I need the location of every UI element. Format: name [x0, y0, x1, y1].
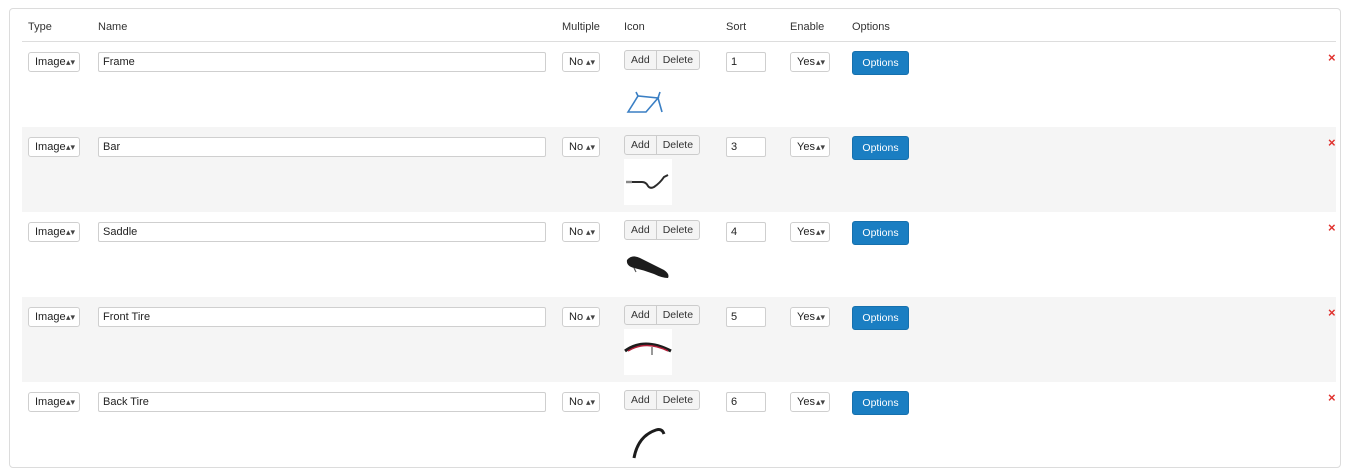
name-input[interactable]: [98, 307, 546, 327]
delete-icon-button[interactable]: Delete: [655, 390, 701, 410]
updown-icon: ▴▾: [585, 227, 595, 237]
attributes-panel: Type Name Multiple Icon Sort Enable Opti…: [9, 8, 1341, 468]
table-row: Image▴▾ No▴▾ AddDelete Yes▴▾ Options ×: [22, 212, 1336, 297]
updown-icon: ▴▾: [585, 397, 595, 407]
delete-icon-button[interactable]: Delete: [655, 50, 701, 70]
col-type: Type: [28, 21, 52, 33]
col-icon: Icon: [624, 21, 645, 33]
saddle-icon: [624, 244, 672, 290]
table-row: Image▴▾ No▴▾ AddDelete Yes▴▾ Options ×: [22, 42, 1336, 127]
table-header: Type Name Multiple Icon Sort Enable Opti…: [22, 9, 1336, 42]
enable-select[interactable]: Yes ▴▾: [790, 307, 830, 327]
updown-icon: ▴▾: [65, 227, 75, 237]
add-icon-button[interactable]: Add: [624, 220, 657, 240]
updown-icon: ▴▾: [815, 312, 825, 322]
type-select[interactable]: Image ▴▾: [28, 307, 80, 327]
sort-input[interactable]: [726, 222, 766, 242]
options-button[interactable]: Options: [852, 51, 909, 75]
add-icon-button[interactable]: Add: [624, 50, 657, 70]
remove-row-icon[interactable]: ×: [1328, 305, 1336, 320]
sort-input[interactable]: [726, 307, 766, 327]
type-select[interactable]: Image ▴▾: [28, 222, 80, 242]
multiple-select[interactable]: No ▴▾: [562, 307, 600, 327]
options-button[interactable]: Options: [852, 221, 909, 245]
enable-select[interactable]: Yes ▴▾: [790, 392, 830, 412]
icon-button-group: Add Delete: [624, 50, 701, 72]
options-button[interactable]: Options: [852, 391, 909, 415]
sort-input[interactable]: [726, 137, 766, 157]
name-input[interactable]: [98, 222, 546, 242]
enable-select[interactable]: Yes ▴▾: [790, 222, 830, 242]
col-multiple: Multiple: [562, 21, 600, 33]
table-row: Image▴▾ No▴▾ AddDelete Yes▴▾ Options ×: [22, 382, 1336, 467]
add-icon-button[interactable]: Add: [624, 390, 657, 410]
icon-button-group: Add Delete: [624, 220, 701, 242]
options-button[interactable]: Options: [852, 136, 909, 160]
remove-row-icon[interactable]: ×: [1328, 390, 1336, 405]
add-icon-button[interactable]: Add: [624, 135, 657, 155]
enable-select[interactable]: Yes ▴▾: [790, 137, 830, 157]
back-tire-icon: [624, 414, 672, 460]
col-enable: Enable: [790, 21, 825, 33]
updown-icon: ▴▾: [815, 142, 825, 152]
type-select[interactable]: Image ▴▾: [28, 52, 80, 72]
front-tire-icon: [624, 329, 672, 375]
delete-icon-button[interactable]: Delete: [655, 135, 701, 155]
updown-icon: ▴▾: [65, 312, 75, 322]
name-input[interactable]: [98, 52, 546, 72]
add-icon-button[interactable]: Add: [624, 305, 657, 325]
bike-frame-icon: [624, 74, 672, 120]
delete-icon-button[interactable]: Delete: [655, 305, 701, 325]
multiple-select[interactable]: No ▴▾: [562, 137, 600, 157]
handlebar-icon: [624, 159, 672, 205]
updown-icon: ▴▾: [815, 397, 825, 407]
multiple-select[interactable]: No ▴▾: [562, 52, 600, 72]
remove-row-icon[interactable]: ×: [1328, 50, 1336, 65]
updown-icon: ▴▾: [65, 142, 75, 152]
col-name: Name: [98, 21, 128, 33]
icon-button-group: Add Delete: [624, 390, 701, 412]
type-select[interactable]: Image ▴▾: [28, 392, 80, 412]
remove-row-icon[interactable]: ×: [1328, 220, 1336, 235]
remove-row-icon[interactable]: ×: [1328, 135, 1336, 150]
table-row: Image▴▾ No▴▾ AddDelete Yes▴▾ Options ×: [22, 297, 1336, 382]
icon-button-group: Add Delete: [624, 135, 701, 157]
sort-input[interactable]: [726, 392, 766, 412]
sort-input[interactable]: [726, 52, 766, 72]
updown-icon: ▴▾: [585, 57, 595, 67]
updown-icon: ▴▾: [65, 57, 75, 67]
name-input[interactable]: [98, 392, 546, 412]
icon-button-group: Add Delete: [624, 305, 701, 327]
updown-icon: ▴▾: [585, 312, 595, 322]
name-input[interactable]: [98, 137, 546, 157]
col-options: Options: [852, 21, 890, 33]
updown-icon: ▴▾: [585, 142, 595, 152]
updown-icon: ▴▾: [65, 397, 75, 407]
multiple-select[interactable]: No ▴▾: [562, 392, 600, 412]
type-select[interactable]: Image ▴▾: [28, 137, 80, 157]
enable-select[interactable]: Yes ▴▾: [790, 52, 830, 72]
col-sort: Sort: [726, 21, 747, 33]
multiple-select[interactable]: No ▴▾: [562, 222, 600, 242]
updown-icon: ▴▾: [815, 227, 825, 237]
table-row: Image▴▾ No▴▾ AddDelete Yes▴▾ Options ×: [22, 127, 1336, 212]
options-button[interactable]: Options: [852, 306, 909, 330]
delete-icon-button[interactable]: Delete: [655, 220, 701, 240]
updown-icon: ▴▾: [815, 57, 825, 67]
